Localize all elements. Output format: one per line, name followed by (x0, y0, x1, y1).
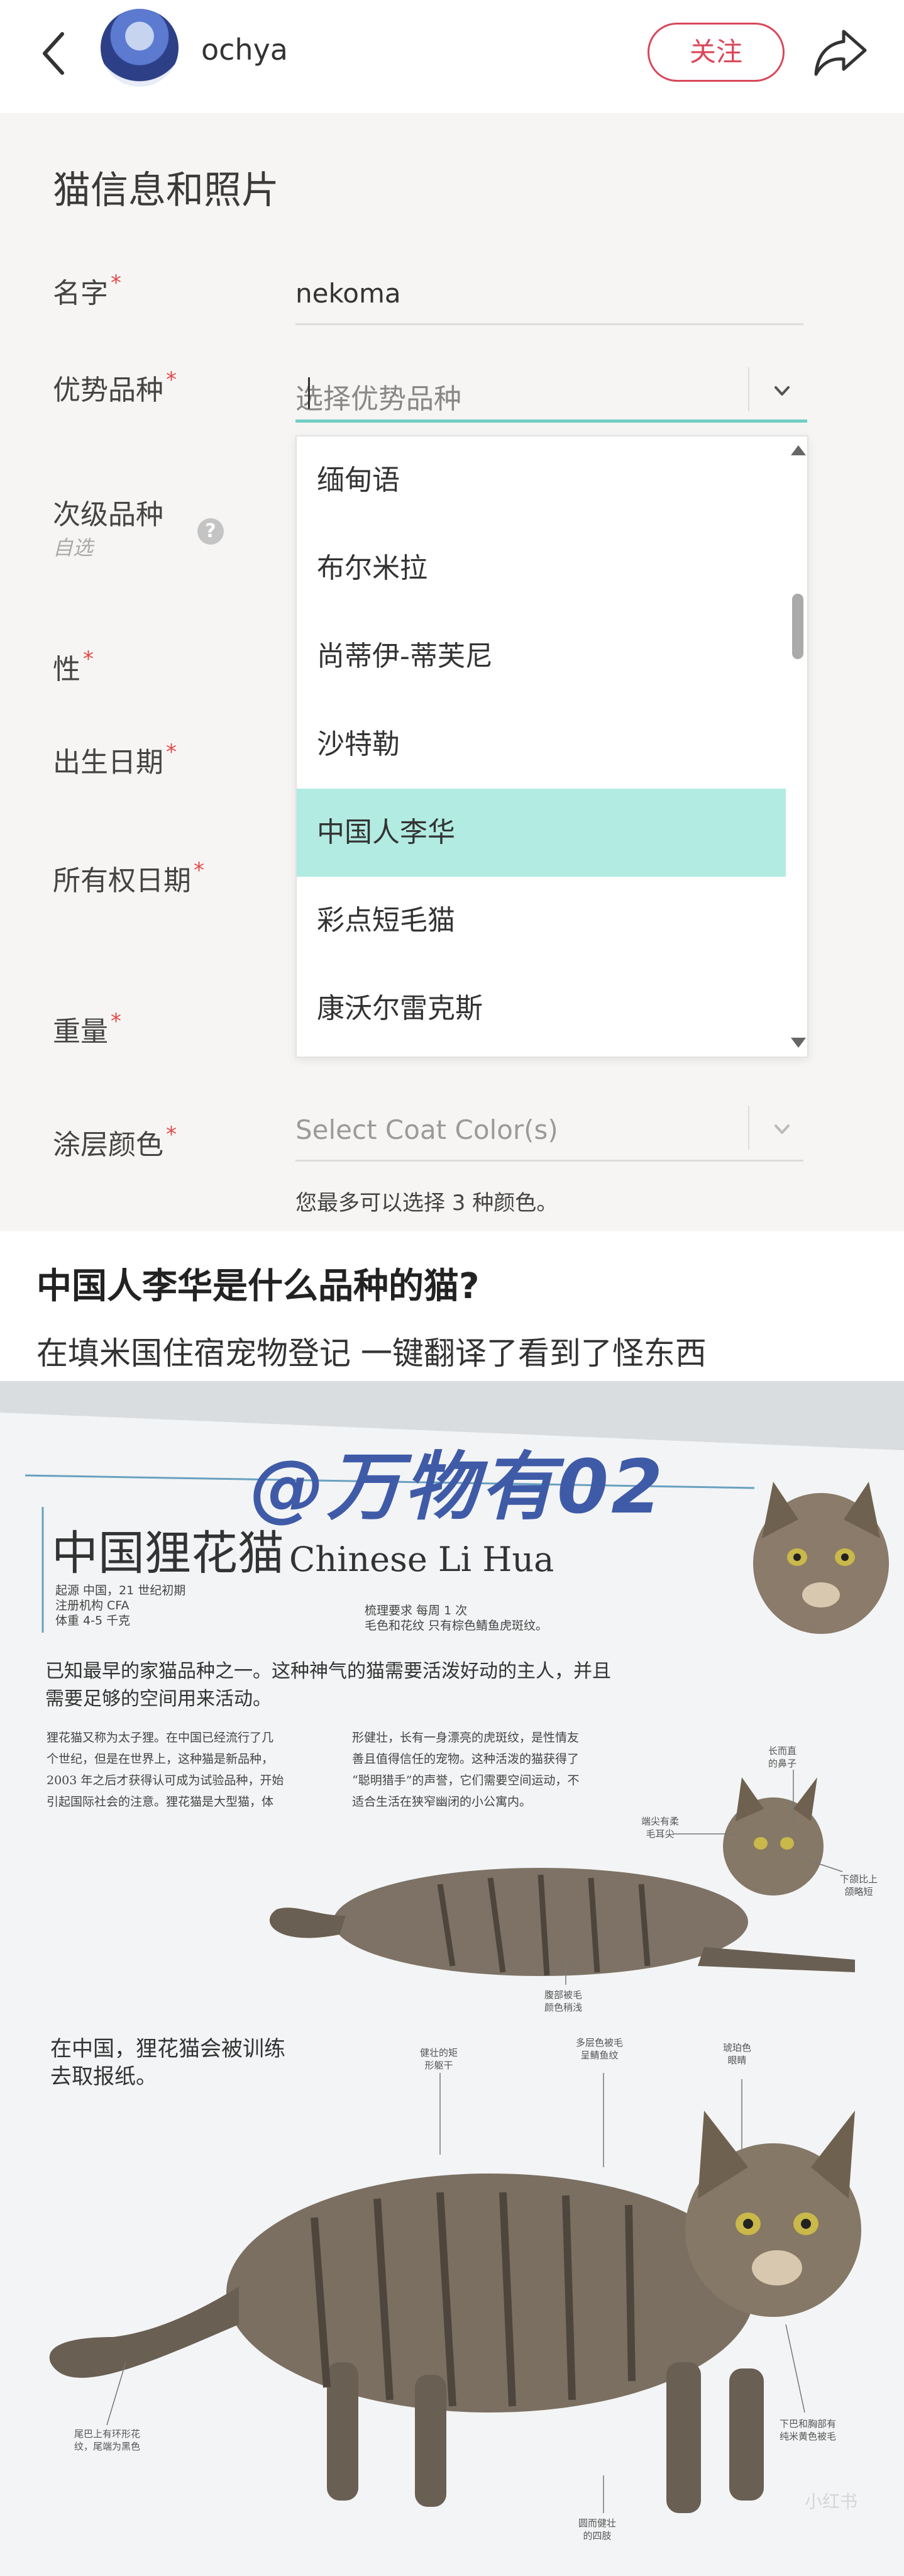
coat-color-select[interactable]: Select Coat Color(s) (295, 1098, 807, 1162)
watermark-text: @万物有02 (250, 1443, 666, 1530)
required-mark: * (166, 740, 177, 765)
required-mark: * (83, 647, 94, 672)
callout-belly: 腹部被毛 颜色稍浅 (544, 1989, 583, 2013)
scroll-down-arrow-icon[interactable] (791, 1038, 806, 1048)
ownership-date-label: 所有权日期 * (53, 858, 204, 897)
dropdown-option[interactable]: 彩点短毛猫 (297, 877, 786, 965)
callout-coat: 多层色被毛 呈鲭鱼纹 (576, 2037, 624, 2061)
book-photo: @万物有02 中国狸花猫 Chinese Li Hua 起源 中国，21 世纪初… (0, 1381, 904, 2576)
scroll-up-arrow-icon[interactable] (791, 445, 806, 455)
scrollbar-thumb[interactable] (792, 594, 803, 659)
username[interactable]: ochya (201, 33, 288, 67)
book-line: 狸花猫又称为太子狸。在中国已经流行了几 (47, 1731, 274, 1745)
text-caret (308, 377, 310, 409)
book-note-line: 在中国，狸花猫会被训练 (50, 2036, 285, 2062)
dropdown-option-selected[interactable]: 中国人李华 (297, 789, 786, 877)
top-bar: ochya 关注 (0, 0, 904, 113)
dropdown-option[interactable]: 缅甸语 (297, 436, 786, 525)
callout-eyes: 琥珀色 眼睛 (723, 2042, 752, 2066)
primary-breed-label: 优势品种 * (53, 367, 177, 406)
name-field[interactable]: nekoma (295, 278, 401, 309)
cat-portrait (753, 1482, 889, 1634)
callout-legs: 圆而健壮 的四肢 (578, 2518, 617, 2541)
book-line: 个世纪，但是在世界上，这种猫是新品种， (47, 1752, 274, 1766)
meta-weight: 体重 4-5 千克 (55, 1614, 131, 1628)
book-column-2: 形健壮，长有一身漂亮的虎斑纹，是性情友 善且值得信任的宠物。这种活泼的猫获得了 … (352, 1727, 579, 1813)
callout-body: 健壮的矩 形躯干 (420, 2047, 458, 2071)
primary-breed-placeholder: 选择优势品种 (295, 383, 461, 415)
form-title: 猫信息和照片 (53, 169, 279, 213)
chevron-down-icon[interactable] (768, 377, 796, 405)
focus-underline (295, 419, 807, 423)
name-label: 名字 * (53, 270, 121, 309)
weight-label: 重量 * (53, 1009, 121, 1048)
book-line: 2003 年之后才获得认可成为试验品种，开始 (47, 1774, 284, 1787)
book-line: 适合生活在狭窄幽闭的小公寓内。 (352, 1795, 532, 1809)
primary-breed-select[interactable]: 选择优势品种 (295, 360, 807, 423)
select-separator (748, 367, 749, 411)
breed-dropdown-list[interactable]: 缅甸语 布尔米拉 尚蒂伊-蒂芙尼 沙特勒 中国人李华 彩点短毛猫 康沃尔雷克斯 (295, 435, 808, 1058)
sex-label: 性 * (53, 647, 94, 686)
book-title-cn: 中国狸花猫 (52, 1526, 284, 1580)
required-mark: * (166, 1122, 177, 1147)
book-line: “聪明猎手”的声誉，它们需要空间运动，不 (352, 1774, 580, 1787)
callout-paws: 下巴和胸部有 纯米黄色被毛 (780, 2418, 837, 2442)
secondary-breed-label: 次级品种 (53, 499, 163, 531)
required-mark: * (111, 1009, 121, 1034)
book-note-line: 去取报纸。 (50, 2064, 157, 2089)
coat-color-label: 涂层颜色 * (53, 1122, 177, 1161)
optional-label: 自选 (53, 536, 94, 560)
form-screenshot: 猫信息和照片 名字 * nekoma 优势品种 * 选择优势品种 次级品种 自选 ?… (0, 113, 904, 1231)
book-line: 引起国际社会的注意。狸花猫是大型猫，体 (47, 1795, 274, 1809)
book-column-1: 狸花猫又称为太子狸。在中国已经流行了几 个世纪，但是在世界上，这种猫是新品种， … (47, 1727, 284, 1813)
dropdown-option[interactable]: 沙特勒 (297, 701, 786, 789)
book-line: 善且值得信任的宠物。这种活泼的猫获得了 (352, 1752, 580, 1766)
book-intro: 已知最早的家猫品种之一。这种神气的猫需要活泼好动的主人，并且需要足够的空间用来活… (45, 1660, 611, 1710)
corner-watermark: 小红书 (805, 2491, 858, 2512)
dropdown-option[interactable]: 康沃尔雷克斯 (297, 965, 786, 1053)
meta-registry: 注册机构 CFA (55, 1599, 130, 1613)
dropdown-option[interactable]: 尚蒂伊-蒂芙尼 (297, 613, 786, 701)
required-mark: * (111, 270, 121, 296)
dropdown-option[interactable]: 布尔米拉 (297, 525, 786, 613)
name-field-underline (295, 323, 803, 325)
chevron-down-icon[interactable] (768, 1116, 796, 1143)
required-mark: * (194, 858, 204, 883)
follow-button[interactable]: 关注 (648, 23, 785, 82)
meta-coat: 毛色和花纹 只有棕色鲭鱼虎斑纹。 (365, 1619, 548, 1633)
book-line: 形健壮，长有一身漂亮的虎斑纹，是性情友 (352, 1731, 580, 1745)
birth-date-label: 出生日期 * (53, 740, 177, 779)
meta-origin: 起源 中国，21 世纪初期 (55, 1584, 186, 1597)
book-note: 在中国，狸花猫会被训练 去取报纸。 (50, 2035, 285, 2090)
back-arrow-icon[interactable] (35, 25, 72, 82)
required-mark: * (166, 367, 177, 392)
callout-ears: 端尖有柔 毛耳尖 (641, 1816, 680, 1840)
book-title-en: Chinese Li Hua (289, 1540, 554, 1579)
callout-chin: 下颌比上 颌略短 (840, 1874, 878, 1897)
share-icon[interactable] (812, 25, 869, 78)
avatar[interactable] (101, 9, 179, 87)
select-separator (748, 1106, 749, 1150)
callout-tail: 尾巴上有环形花 纹，尾端为黑色 (74, 2428, 141, 2452)
callout-nose: 长而直 的鼻子 (768, 1745, 797, 1769)
help-icon[interactable]: ? (197, 518, 224, 545)
meta-grooming: 梳理要求 每周 1 次 (365, 1604, 468, 1618)
post-body: 在填米国住宿宠物登记 一键翻译了看到了怪东西 (36, 1335, 707, 1372)
coat-color-hint: 您最多可以选择 3 种颜色。 (295, 1191, 558, 1216)
coat-select-underline (295, 1160, 803, 1162)
post-title: 中国人李华是什么品种的猫? (36, 1266, 480, 1307)
coat-color-placeholder: Select Coat Color(s) (295, 1114, 558, 1145)
